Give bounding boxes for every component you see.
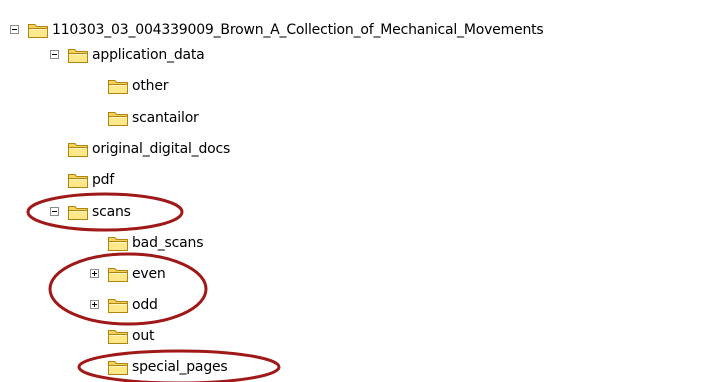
folder-icon — [107, 296, 129, 314]
tree-item-label: scans — [92, 204, 131, 220]
tree-item-label: other — [132, 78, 169, 94]
tree-item-label: bad_scans — [132, 235, 204, 251]
tree-item-bad-scans[interactable]: bad_scans — [107, 233, 267, 253]
collapse-icon[interactable] — [50, 207, 59, 216]
folder-icon — [107, 234, 129, 252]
tree-item-label: original_digital_docs — [92, 141, 231, 157]
expand-icon[interactable] — [90, 269, 99, 278]
tree-item-even[interactable]: even — [90, 264, 210, 284]
tree-item-other[interactable]: other — [107, 76, 227, 96]
folder-icon — [107, 77, 129, 95]
tree-item-label: odd — [132, 297, 158, 313]
tree-item-application-data[interactable]: application_data — [50, 45, 310, 65]
folder-icon — [67, 46, 89, 64]
expand-icon[interactable] — [90, 300, 99, 309]
tree-item-pdf[interactable]: pdf — [67, 170, 167, 190]
collapse-icon[interactable] — [10, 25, 19, 34]
tree-item-scans[interactable]: scans — [50, 202, 190, 222]
tree-item-label: application_data — [92, 47, 205, 63]
tree-item-special-pages[interactable]: special_pages — [107, 357, 287, 377]
tree-item-original-digital-docs[interactable]: original_digital_docs — [67, 139, 327, 159]
collapse-icon[interactable] — [50, 50, 59, 59]
tree-item-label: out — [132, 328, 155, 344]
folder-icon — [67, 171, 89, 189]
folder-tree: 110303_03_004339009_Brown_A_Collection_o… — [0, 0, 722, 382]
tree-item-label: scantailor — [132, 110, 199, 126]
folder-icon — [67, 203, 89, 221]
folder-icon — [107, 265, 129, 283]
folder-icon — [107, 358, 129, 376]
tree-item-label: even — [132, 266, 166, 282]
folder-icon — [107, 327, 129, 345]
tree-item-label: pdf — [92, 172, 115, 188]
folder-icon — [27, 21, 49, 39]
tree-item-label: 110303_03_004339009_Brown_A_Collection_o… — [52, 22, 544, 38]
folder-icon — [107, 109, 129, 127]
tree-item-out[interactable]: out — [107, 326, 207, 346]
tree-item-odd[interactable]: odd — [90, 295, 210, 315]
tree-item-label: special_pages — [132, 359, 228, 375]
folder-icon — [67, 140, 89, 158]
tree-item-root[interactable]: 110303_03_004339009_Brown_A_Collection_o… — [10, 20, 720, 40]
tree-item-scantailor[interactable]: scantailor — [107, 108, 267, 128]
